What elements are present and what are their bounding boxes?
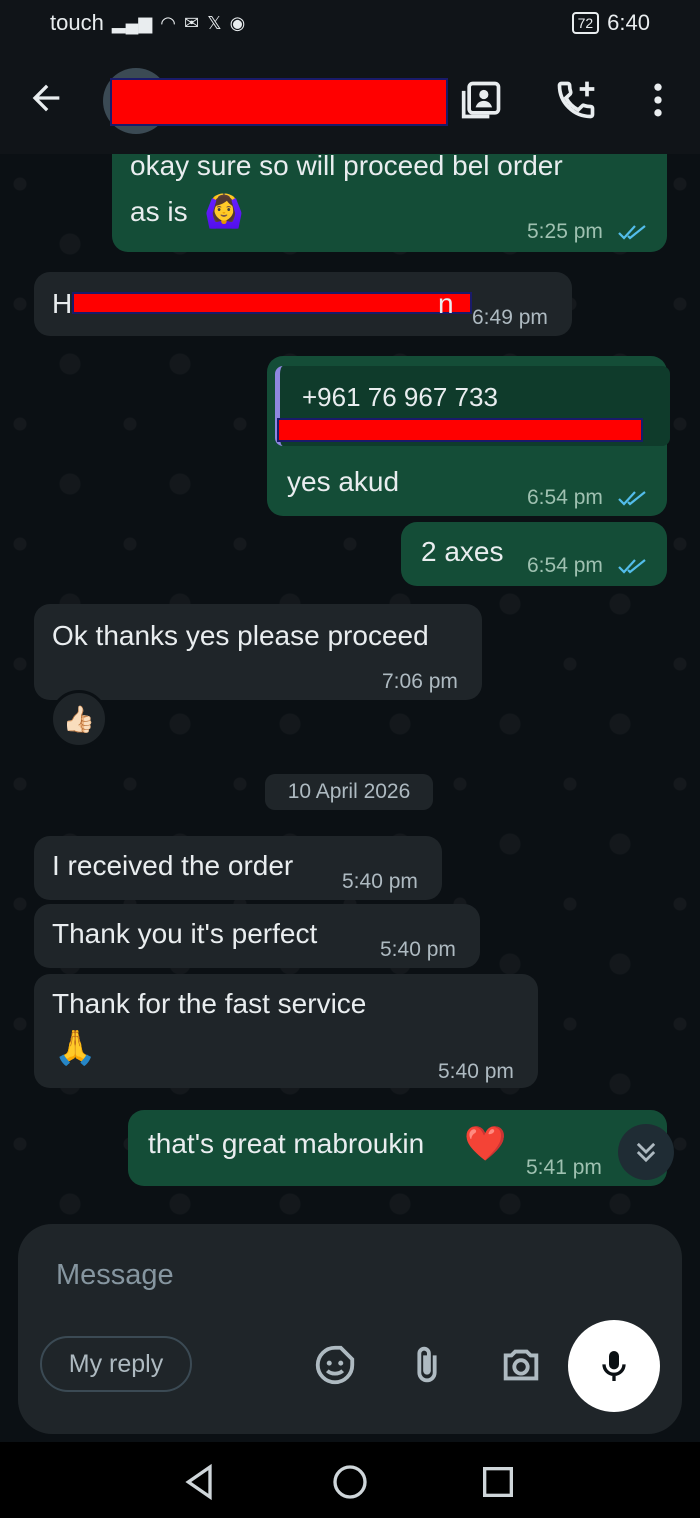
message-text: Ok thanks yes please proceed [52,620,429,651]
more-vert-icon[interactable] [636,78,680,122]
chat-header [0,48,700,154]
chat-messages[interactable]: okay sure so will proceed bel order as i… [0,154,700,1224]
x-icon: 𝕏 [207,12,222,33]
message-text: okay sure so will proceed bel order [130,154,563,181]
contact-name-redacted[interactable] [110,78,448,126]
add-call-icon[interactable] [554,78,598,122]
date-divider: 10 April 2026 [265,774,433,810]
message-bubble-incoming[interactable]: Thank you it's perfect 5:40 pm [34,904,480,968]
message-text-line2: as is [130,196,188,227]
message-text: Thank for the fast service [52,988,367,1019]
system-navigation-bar [0,1442,700,1518]
message-time: 6:49 pm [472,306,548,329]
message-bubble-outgoing[interactable]: okay sure so will proceed bel order as i… [112,154,667,252]
message-time: 7:06 pm [382,670,458,693]
wifi-icon: ◠ [160,12,176,33]
message-bubble-incoming[interactable]: I received the order 5:40 pm [34,836,442,900]
message-bubble-outgoing[interactable]: +961 76 967 733 yes akud 6:54 pm [267,356,670,516]
status-right: 72 6:40 [571,10,650,36]
scroll-to-bottom-button[interactable] [618,1124,674,1180]
mail-icon: ✉ [184,12,200,33]
attach-icon[interactable] [404,1342,450,1388]
message-text-start: H [52,288,73,319]
nav-back-icon[interactable] [180,1462,220,1502]
message-composer: My reply [18,1224,682,1434]
read-ticks-icon [618,225,646,240]
message-text: I received the order [52,850,294,881]
status-bar: touch ▂▄▆ ◠ ✉ 𝕏 ◉ 72 6:40 [0,0,700,48]
read-ticks-icon [618,559,646,574]
clock: 6:40 [607,10,650,35]
message-bubble-incoming[interactable]: H n 6:49 pm [34,272,572,336]
message-time: 5:40 pm [342,870,418,893]
emoji: 🙆‍♀️ [204,193,244,229]
status-left: touch ▂▄▆ ◠ ✉ 𝕏 ◉ [50,10,245,36]
message-text: Thank you it's perfect [52,918,318,949]
redacted-text [72,292,472,314]
voice-record-button[interactable] [568,1320,660,1412]
message-time: 6:54 pm [527,554,603,577]
nav-home-icon[interactable] [330,1462,370,1502]
message-time: 5:25 pm [527,220,603,243]
message-time: 6:54 pm [527,486,603,509]
whatsapp-icon: ◉ [229,12,246,33]
camera-icon[interactable] [498,1342,544,1388]
signal-icon: ▂▄▆ [111,12,153,33]
message-time: 5:41 pm [526,1156,602,1179]
contact-card-icon[interactable] [460,78,504,122]
carrier-label: touch [50,10,104,35]
quoted-phone: +961 76 967 733 [302,382,498,412]
message-bubble-outgoing[interactable]: 2 axes 6:54 pm [401,522,667,586]
message-input[interactable] [54,1254,578,1296]
read-ticks-icon [618,491,646,506]
battery-icon: 72 [571,12,600,34]
message-text: that's great mabroukin [148,1128,425,1159]
my-reply-button[interactable]: My reply [40,1336,192,1392]
pray-emoji: 🙏 [54,1029,97,1067]
double-chevron-down-icon [636,1142,656,1163]
message-text-end: n [438,288,454,319]
message-time: 5:40 pm [380,938,456,961]
message-bubble-incoming[interactable]: Thank for the fast service 🙏 5:40 pm [34,974,538,1088]
message-text: 2 axes [421,536,504,567]
sticker-icon[interactable] [312,1342,358,1388]
message-text: yes akud [287,466,400,497]
message-time: 5:40 pm [438,1060,514,1083]
heart-emoji: ❤️ [464,1125,507,1163]
back-arrow-icon[interactable] [26,78,66,118]
message-bubble-incoming[interactable]: Ok thanks yes please proceed 7:06 pm [34,604,482,700]
reaction-thumbs-up-icon[interactable]: 👍🏻 [50,690,108,748]
microphone-icon [602,1351,626,1381]
nav-recents-icon[interactable] [478,1462,518,1502]
redacted-quote-text [277,418,643,442]
message-bubble-outgoing[interactable]: that's great mabroukin ❤️ 5:41 pm [128,1110,667,1186]
